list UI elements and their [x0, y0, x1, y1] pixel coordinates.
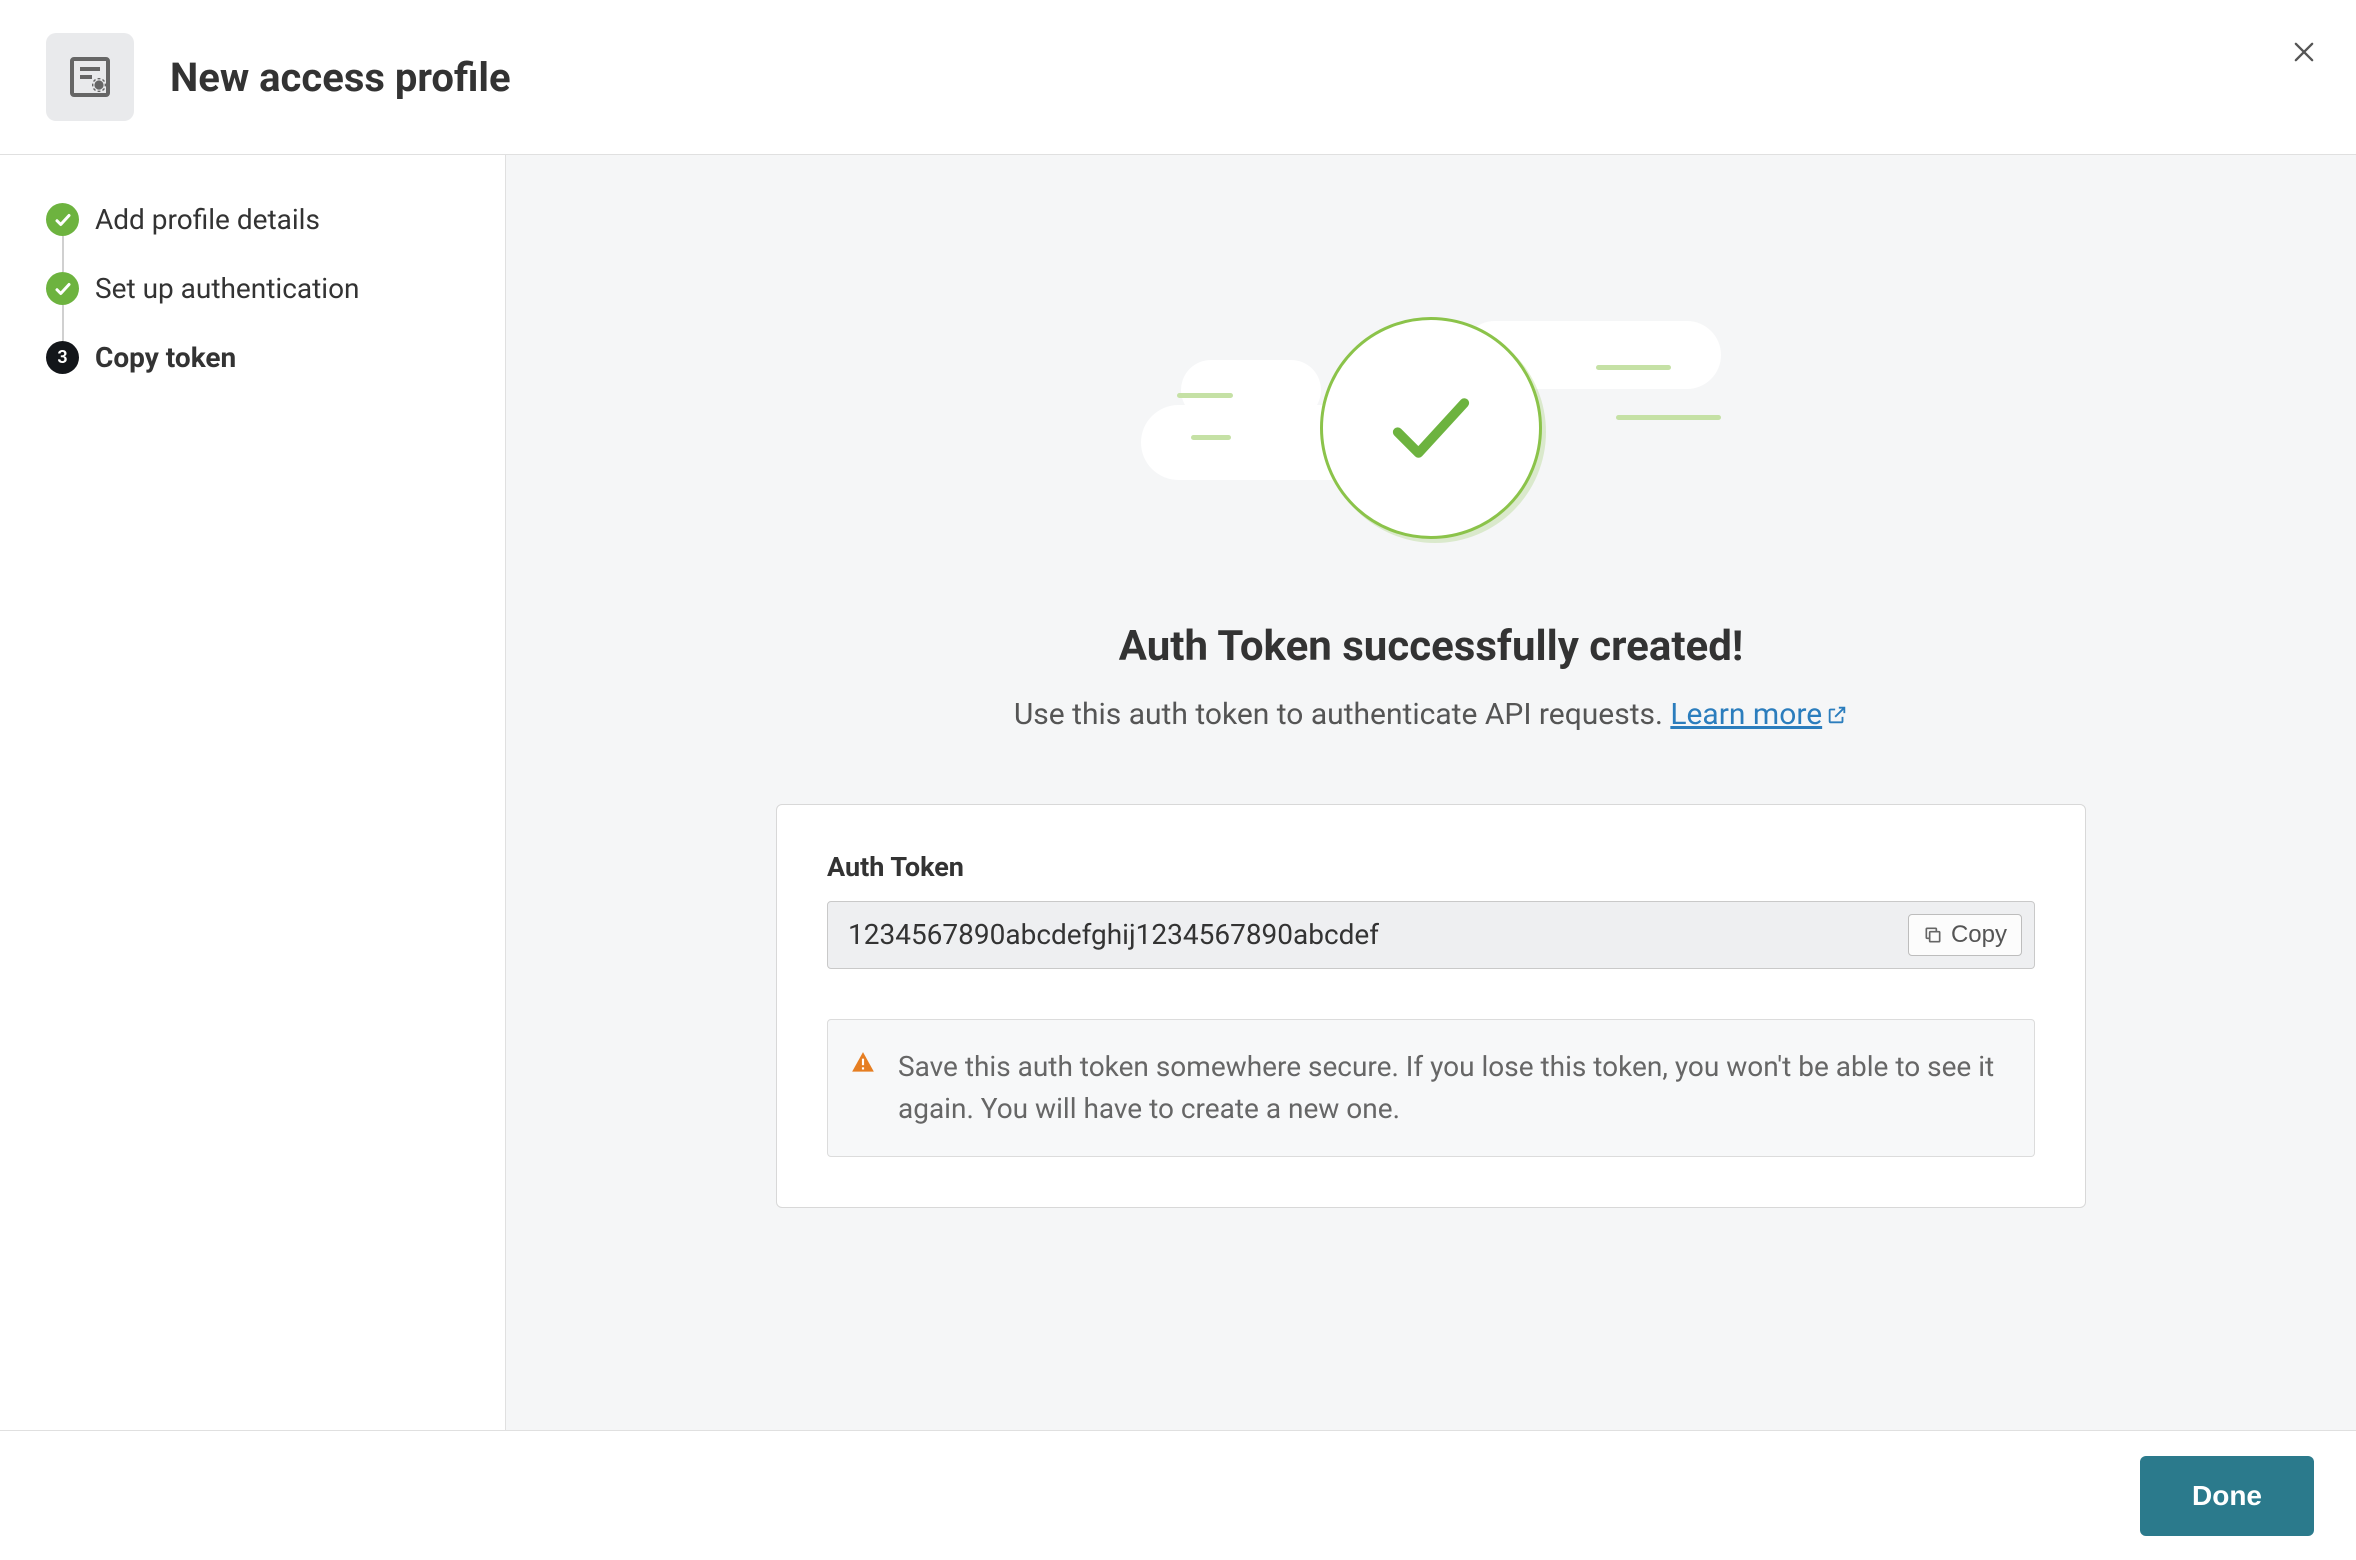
step-label: Add profile details	[95, 203, 320, 236]
warning-text: Save this auth token somewhere secure. I…	[898, 1046, 2012, 1130]
token-field: 1234567890abcdefghij1234567890abcdef Cop…	[827, 901, 2035, 969]
step-label: Set up authentication	[95, 272, 360, 305]
warning-icon	[850, 1050, 876, 1080]
copy-icon	[1923, 925, 1943, 945]
success-subtext: Use this auth token to authenticate API …	[1014, 697, 1848, 734]
warning-box: Save this auth token somewhere secure. I…	[827, 1019, 2035, 1157]
profile-settings-icon	[46, 33, 134, 121]
close-icon	[2290, 38, 2318, 66]
close-button[interactable]	[2284, 32, 2324, 72]
step-copy-token[interactable]: 3 Copy token	[46, 341, 459, 374]
content-area: Auth Token successfully created! Use thi…	[506, 155, 2356, 1430]
check-icon	[46, 203, 79, 236]
footer: Done	[0, 1430, 2356, 1560]
step-connector	[62, 305, 64, 341]
success-check-icon	[1320, 317, 1542, 539]
token-value[interactable]: 1234567890abcdefghij1234567890abcdef	[848, 918, 1908, 951]
success-illustration	[1141, 315, 1721, 540]
external-link-icon	[1826, 699, 1848, 734]
step-add-profile-details[interactable]: Add profile details	[46, 203, 459, 236]
step-setup-authentication[interactable]: Set up authentication	[46, 272, 459, 305]
step-label: Copy token	[95, 341, 236, 374]
steps-sidebar: Add profile details Set up authenticatio…	[0, 155, 506, 1430]
step-number-icon: 3	[46, 341, 79, 374]
copy-button[interactable]: Copy	[1908, 914, 2022, 956]
token-card: Auth Token 1234567890abcdefghij123456789…	[776, 804, 2086, 1208]
check-icon	[46, 272, 79, 305]
step-connector	[62, 236, 64, 272]
done-button[interactable]: Done	[2140, 1456, 2314, 1536]
page-title: New access profile	[170, 54, 511, 101]
page-header: New access profile	[0, 0, 2356, 155]
token-label: Auth Token	[827, 851, 2035, 883]
learn-more-link[interactable]: Learn more	[1670, 697, 1848, 732]
success-heading: Auth Token successfully created!	[1119, 622, 1743, 671]
